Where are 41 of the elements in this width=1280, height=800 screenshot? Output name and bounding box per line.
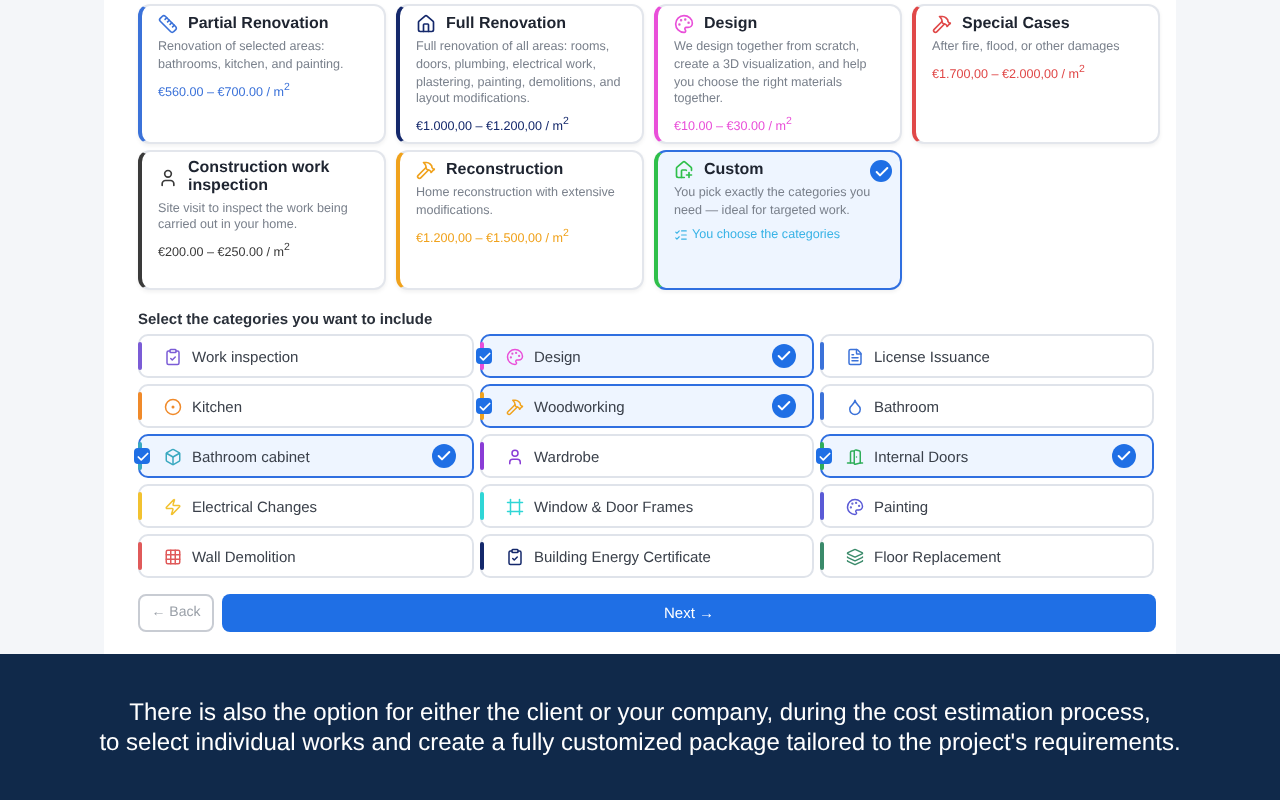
palette-icon	[674, 14, 694, 34]
card-title: Reconstruction	[446, 161, 564, 179]
card-title: Construction work inspection	[188, 160, 332, 196]
house-icon	[674, 160, 694, 180]
box-icon	[164, 447, 182, 465]
hammer-icon	[416, 160, 436, 180]
card-title: Design	[704, 15, 758, 33]
grid-icon	[164, 547, 182, 565]
checkbox-icon	[134, 448, 150, 464]
caption-text: There is also the option for either the client or your company, during the cost estimation process,	[129, 698, 1151, 726]
card-title: Special Cases	[962, 15, 1070, 33]
clipboard-icon	[506, 547, 524, 565]
document-icon	[846, 347, 864, 365]
hammer-icon	[506, 397, 524, 415]
check-icon	[1112, 444, 1136, 468]
check-icon	[870, 160, 892, 182]
checkbox-icon	[476, 348, 492, 364]
caption-text: to select individual works and create a fully customized package tailored to the project's requirements.	[99, 728, 1181, 756]
check-icon	[772, 394, 796, 418]
dot-icon	[164, 397, 182, 415]
frame-icon	[506, 497, 524, 515]
checkbox-icon	[816, 448, 832, 464]
house-icon	[416, 14, 436, 34]
person-icon	[506, 447, 524, 465]
checklist-icon	[674, 227, 688, 242]
ruler-icon	[158, 14, 178, 34]
person-icon	[158, 167, 178, 188]
card-title: Custom	[704, 161, 764, 179]
check-icon	[432, 444, 456, 468]
card-title: Full Renovation	[446, 15, 566, 33]
palette-icon	[506, 347, 524, 365]
check-icon	[772, 344, 796, 368]
checkbox-icon	[476, 398, 492, 414]
palette-icon	[846, 497, 864, 515]
lightning-icon	[164, 497, 182, 515]
clipboard-icon	[164, 347, 182, 365]
droplet-icon	[846, 397, 864, 415]
hammer-icon	[932, 14, 952, 34]
card-title: Partial Renovation	[188, 15, 329, 33]
door-icon	[846, 447, 864, 465]
layers-icon	[846, 547, 864, 565]
